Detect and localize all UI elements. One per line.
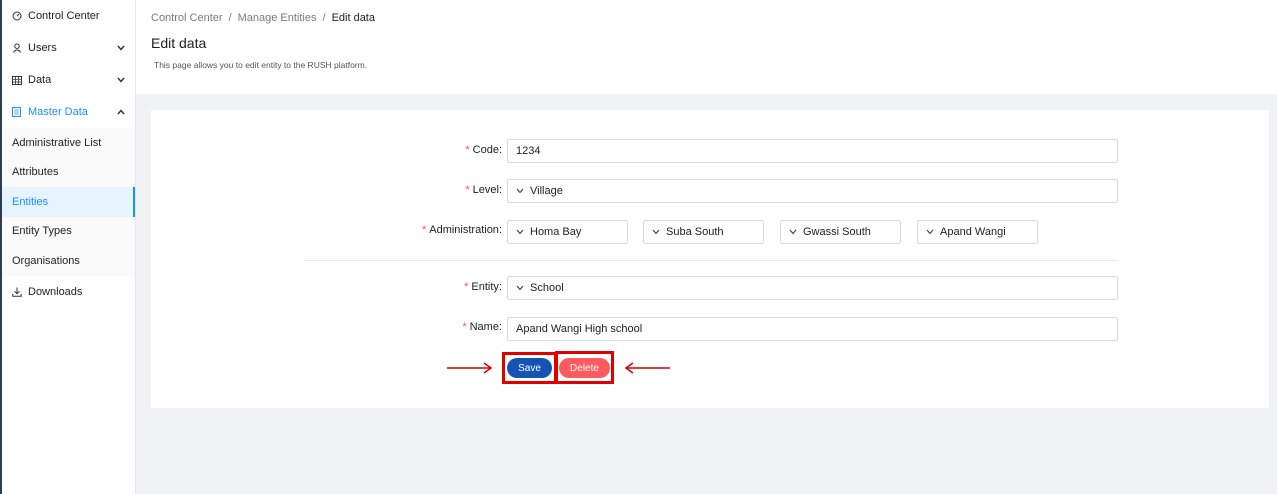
table-icon [12,75,28,85]
label-suffix: : [498,224,502,236]
name-label-text: Name [469,321,499,333]
chevron-down-icon [789,229,797,235]
submenu-item-entities[interactable]: Entities [2,187,135,217]
code-label-text: Code [472,144,499,156]
chevron-down-icon [516,229,524,235]
chevron-up-icon [117,106,125,118]
chevron-down-icon [117,42,125,54]
administration-select-1[interactable]: Homa Bay [507,220,628,244]
book-icon [12,107,28,117]
code-label: * Code: [420,144,502,156]
page-title: Edit data [151,35,207,51]
sidebar-item-label: Users [28,42,57,54]
level-select[interactable]: Village [507,179,1118,203]
administration-select-2[interactable]: Suba South [643,220,764,244]
administration-value: Homa Bay [530,226,582,238]
download-icon [12,287,28,297]
submenu-item-organisations[interactable]: Organisations [2,246,135,276]
administration-select-4[interactable]: Apand Wangi [917,220,1038,244]
administration-label: * Administration: [400,224,502,236]
entity-value: School [530,282,564,294]
administration-label-text: Administration [429,224,499,236]
page-header: Control Center / Manage Entities / Edit data… [136,0,1277,94]
sidebar: Control Center Users Data Master Data Ad… [2,0,136,494]
required-mark: * [464,281,469,293]
breadcrumb: Control Center / Manage Entities / Edit data [151,12,375,24]
label-suffix: : [498,321,502,333]
administration-value: Suba South [666,226,724,238]
chevron-down-icon [926,229,934,235]
arrow-right-icon [447,362,493,374]
sidebar-item-label: Control Center [28,10,100,22]
breadcrumb-current: Edit data [331,12,375,24]
level-label: * Level: [420,184,502,196]
code-value: 1234 [516,145,541,157]
code-input[interactable]: 1234 [507,139,1118,163]
user-icon [12,43,28,53]
chevron-down-icon [652,229,660,235]
breadcrumb-separator: / [228,12,232,24]
chevron-down-icon [516,285,524,291]
submenu-item-administrative-list[interactable]: Administrative List [2,128,135,158]
arrow-left-icon [624,362,670,374]
label-suffix: : [498,281,502,293]
entity-label-text: Entity [471,281,499,293]
sidebar-item-label: Data [28,74,52,86]
required-mark: * [421,224,427,236]
required-mark: * [465,184,470,196]
required-mark: * [465,144,470,156]
name-input[interactable]: Apand Wangi High school [507,317,1118,341]
master-data-submenu: Administrative List Attributes Entities … [2,128,135,276]
form-divider [303,260,1118,261]
chevron-down-icon [117,74,125,86]
dashboard-icon [12,11,28,21]
chevron-down-icon [516,188,524,194]
breadcrumb-separator: / [322,12,326,24]
sidebar-item-master-data[interactable]: Master Data [2,96,135,128]
entity-label: * Entity: [420,281,502,293]
name-label: * Name: [420,321,502,333]
administration-value: Gwassi South [803,226,871,238]
delete-button[interactable]: Delete [559,358,610,378]
label-suffix: : [498,144,502,156]
name-value: Apand Wangi High school [516,323,643,335]
sidebar-item-data[interactable]: Data [2,64,135,96]
level-value: Village [530,185,563,197]
entity-select[interactable]: School [507,276,1118,300]
sidebar-item-label: Downloads [28,285,83,298]
breadcrumb-link-control-center[interactable]: Control Center [151,12,223,24]
sidebar-item-downloads[interactable]: Downloads [2,276,135,308]
save-button[interactable]: Save [507,358,552,378]
administration-select-3[interactable]: Gwassi South [780,220,901,244]
administration-value: Apand Wangi [940,226,1006,238]
sidebar-item-label: Master Data [28,106,88,118]
page-description: This page allows you to edit entity to t… [154,60,368,70]
sidebar-item-users[interactable]: Users [2,32,135,64]
submenu-item-entity-types[interactable]: Entity Types [2,217,135,247]
required-mark: * [462,321,467,333]
label-suffix: : [498,184,502,196]
sidebar-item-control-center[interactable]: Control Center [2,0,135,32]
submenu-item-attributes[interactable]: Attributes [2,158,135,188]
breadcrumb-link-manage-entities[interactable]: Manage Entities [238,12,317,24]
level-label-text: Level [472,184,499,196]
